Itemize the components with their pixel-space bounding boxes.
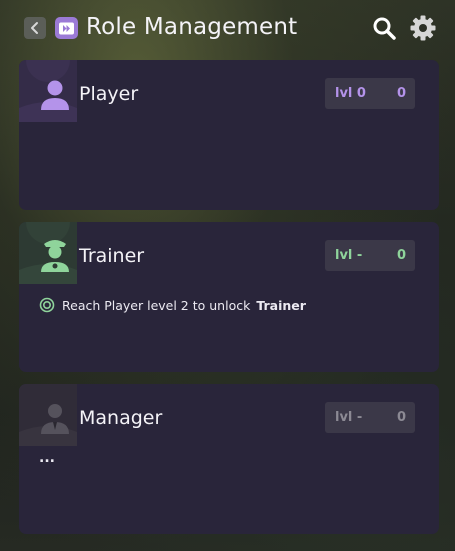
role-name: Player xyxy=(79,83,139,105)
role-card-player[interactable]: Player lvl 0 0 xyxy=(19,60,439,210)
target-icon xyxy=(39,297,55,313)
trainer-officer-icon xyxy=(19,222,77,284)
gear-icon xyxy=(410,15,436,41)
level-label: lvl - xyxy=(335,410,363,425)
back-button[interactable] xyxy=(24,17,46,39)
page-title: Role Management xyxy=(86,14,298,40)
player-person-icon xyxy=(19,60,77,122)
level-label: lvl 0 xyxy=(335,86,366,101)
level-count: 0 xyxy=(396,86,406,101)
role-card-trainer[interactable]: Trainer lvl - 0 Reach Player level 2 to … xyxy=(19,222,439,372)
play-badge-icon xyxy=(59,22,74,34)
level-badge: lvl - 0 xyxy=(325,402,415,433)
role-note: ... xyxy=(39,450,55,466)
role-name: Trainer xyxy=(79,245,145,267)
level-badge: lvl - 0 xyxy=(325,240,415,271)
requirement-text: Reach Player level 2 to unlock xyxy=(62,297,251,313)
trainer-avatar xyxy=(19,222,77,284)
app-header: Role Management xyxy=(0,0,455,56)
app-icon xyxy=(55,17,78,39)
level-count: 0 xyxy=(396,410,406,425)
manager-avatar xyxy=(19,384,77,446)
requirement-role: Trainer xyxy=(256,297,306,313)
level-label: lvl - xyxy=(335,248,363,263)
level-count: 0 xyxy=(396,248,406,263)
search-icon xyxy=(373,17,396,40)
settings-button[interactable] xyxy=(409,14,437,42)
unlock-requirement: Reach Player level 2 to unlock Trainer xyxy=(39,297,306,313)
role-card-manager[interactable]: Manager lvl - 0 ... xyxy=(19,384,439,534)
search-button[interactable] xyxy=(372,16,397,41)
role-name: Manager xyxy=(79,407,163,429)
manager-suit-icon xyxy=(19,384,77,446)
chevron-left-icon xyxy=(31,22,38,34)
level-badge: lvl 0 0 xyxy=(325,78,415,109)
player-avatar xyxy=(19,60,77,122)
